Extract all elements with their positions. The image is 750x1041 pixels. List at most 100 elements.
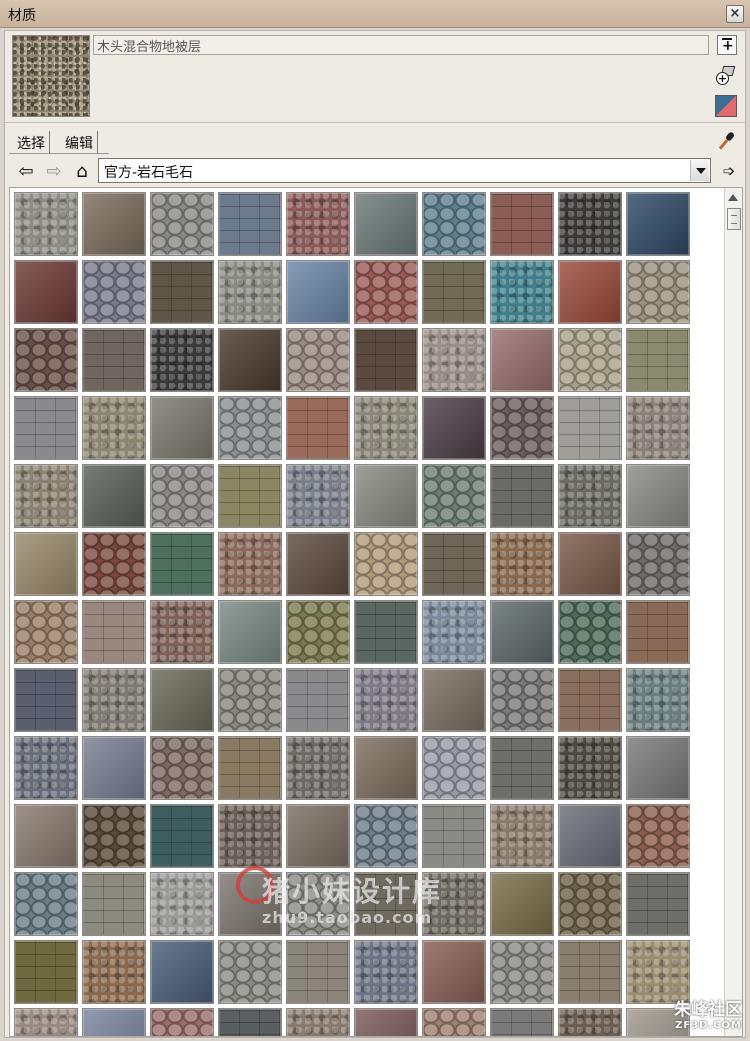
material-swatch[interactable] xyxy=(82,736,146,800)
material-swatch[interactable] xyxy=(82,464,146,528)
material-swatch[interactable] xyxy=(82,532,146,596)
forward-arrow-icon[interactable]: ⇨ xyxy=(43,161,65,183)
material-swatch[interactable] xyxy=(422,192,486,256)
material-swatch[interactable] xyxy=(626,600,690,664)
material-swatch[interactable] xyxy=(490,600,554,664)
material-swatch[interactable] xyxy=(354,940,418,1004)
material-swatch[interactable] xyxy=(218,464,282,528)
material-swatch[interactable] xyxy=(626,260,690,324)
chevron-down-icon[interactable] xyxy=(690,160,709,181)
material-swatch[interactable] xyxy=(354,464,418,528)
material-swatch[interactable] xyxy=(558,464,622,528)
material-swatch[interactable] xyxy=(354,600,418,664)
material-swatch[interactable] xyxy=(626,804,690,868)
material-swatch[interactable] xyxy=(558,668,622,732)
material-swatch[interactable] xyxy=(558,804,622,868)
material-swatch[interactable] xyxy=(286,1008,350,1036)
material-swatch[interactable] xyxy=(490,736,554,800)
material-swatch[interactable] xyxy=(218,192,282,256)
material-swatch[interactable] xyxy=(626,668,690,732)
material-swatch[interactable] xyxy=(286,192,350,256)
material-swatch[interactable] xyxy=(558,600,622,664)
material-swatch[interactable] xyxy=(14,804,78,868)
material-swatch[interactable] xyxy=(14,872,78,936)
material-swatch[interactable] xyxy=(354,736,418,800)
material-swatch[interactable] xyxy=(490,464,554,528)
material-swatch[interactable] xyxy=(558,1008,622,1036)
material-swatch[interactable] xyxy=(14,396,78,460)
material-swatch[interactable] xyxy=(150,668,214,732)
material-swatch[interactable] xyxy=(422,532,486,596)
material-swatch[interactable] xyxy=(490,532,554,596)
material-swatch[interactable] xyxy=(626,736,690,800)
material-swatch[interactable] xyxy=(14,600,78,664)
material-swatch[interactable] xyxy=(354,396,418,460)
material-swatch[interactable] xyxy=(490,872,554,936)
material-swatch[interactable] xyxy=(354,872,418,936)
material-swatch[interactable] xyxy=(558,328,622,392)
material-swatch[interactable] xyxy=(626,396,690,460)
material-swatch[interactable] xyxy=(490,396,554,460)
material-swatch[interactable] xyxy=(490,260,554,324)
default-color-icon[interactable] xyxy=(715,95,737,117)
material-swatch[interactable] xyxy=(82,600,146,664)
material-swatch[interactable] xyxy=(14,532,78,596)
material-swatch[interactable] xyxy=(82,396,146,460)
material-swatch[interactable] xyxy=(490,940,554,1004)
material-swatch[interactable] xyxy=(422,668,486,732)
material-swatch[interactable] xyxy=(354,804,418,868)
material-swatch[interactable] xyxy=(218,940,282,1004)
scroll-up-icon[interactable] xyxy=(728,194,738,201)
material-swatch[interactable] xyxy=(558,532,622,596)
material-swatch[interactable] xyxy=(286,600,350,664)
material-swatch[interactable] xyxy=(558,396,622,460)
material-swatch[interactable] xyxy=(558,872,622,936)
material-swatch[interactable] xyxy=(286,668,350,732)
material-swatch[interactable] xyxy=(422,804,486,868)
material-swatch[interactable] xyxy=(286,464,350,528)
tab-edit[interactable]: 编辑 xyxy=(61,131,98,153)
material-swatch[interactable] xyxy=(422,600,486,664)
material-swatch[interactable] xyxy=(490,328,554,392)
material-swatch[interactable] xyxy=(422,1008,486,1036)
material-swatch[interactable] xyxy=(626,872,690,936)
material-swatch[interactable] xyxy=(422,940,486,1004)
material-swatch[interactable] xyxy=(218,328,282,392)
material-swatch[interactable] xyxy=(354,532,418,596)
material-swatch[interactable] xyxy=(286,736,350,800)
material-swatch[interactable] xyxy=(286,396,350,460)
back-arrow-icon[interactable]: ⇦ xyxy=(15,161,37,183)
material-swatch[interactable] xyxy=(150,192,214,256)
material-swatch[interactable] xyxy=(286,532,350,596)
material-swatch[interactable] xyxy=(490,804,554,868)
details-arrow-icon[interactable]: ➩ xyxy=(719,161,739,181)
material-swatch[interactable] xyxy=(82,872,146,936)
material-swatch[interactable] xyxy=(490,192,554,256)
material-swatch[interactable] xyxy=(14,736,78,800)
material-swatch[interactable] xyxy=(626,192,690,256)
material-swatch[interactable] xyxy=(422,872,486,936)
material-swatch[interactable] xyxy=(150,872,214,936)
material-swatch[interactable] xyxy=(14,464,78,528)
material-swatch[interactable] xyxy=(218,736,282,800)
library-dropdown[interactable]: 官方-岩石毛石 xyxy=(98,158,711,183)
material-swatch[interactable] xyxy=(218,668,282,732)
material-swatch[interactable] xyxy=(150,396,214,460)
material-swatch[interactable] xyxy=(354,1008,418,1036)
material-swatch[interactable] xyxy=(218,600,282,664)
material-swatch[interactable] xyxy=(422,736,486,800)
material-swatch[interactable] xyxy=(558,260,622,324)
material-swatch[interactable] xyxy=(354,668,418,732)
material-swatch[interactable] xyxy=(286,804,350,868)
material-swatch[interactable] xyxy=(150,1008,214,1036)
close-button[interactable]: × xyxy=(726,5,744,23)
material-swatch[interactable] xyxy=(150,804,214,868)
material-swatch[interactable] xyxy=(558,192,622,256)
material-name-field[interactable] xyxy=(93,35,709,55)
material-swatch[interactable] xyxy=(82,192,146,256)
material-swatch[interactable] xyxy=(218,1008,282,1036)
material-preview-swatch[interactable] xyxy=(12,35,90,117)
material-swatch[interactable] xyxy=(286,260,350,324)
material-swatch[interactable] xyxy=(422,260,486,324)
material-swatch[interactable] xyxy=(150,464,214,528)
